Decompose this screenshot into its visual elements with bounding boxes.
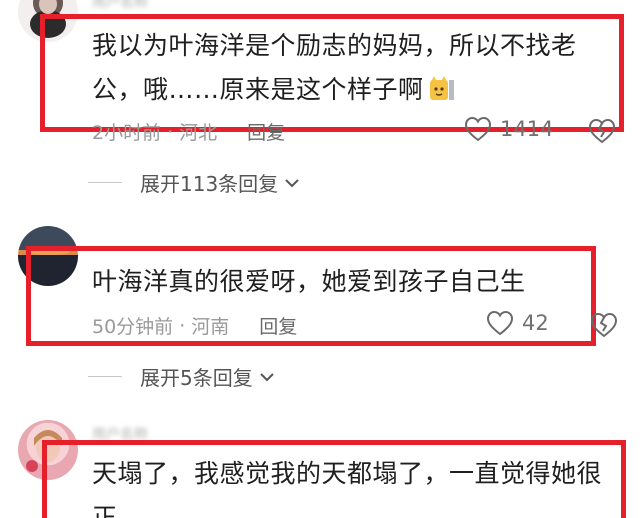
like-button[interactable]: 42 — [486, 310, 549, 336]
comment-text: 我以为叶海洋是个励志的妈妈，所以不找老 公，哦……原来是这个样子啊 — [92, 24, 602, 112]
comment-text-line-2: 公，哦……原来是这个样子啊 — [92, 68, 602, 112]
reply-button[interactable]: 回复 — [259, 312, 297, 339]
broken-heart-icon[interactable] — [588, 118, 616, 144]
comment-text-line-1: 我以为叶海洋是个励志的妈妈，所以不找老 — [92, 31, 577, 60]
expand-replies-label: 展开5条回复 — [140, 366, 253, 390]
expand-divider — [88, 376, 122, 377]
like-count: 1414 — [500, 117, 554, 141]
comment-location: 河南 — [191, 316, 230, 338]
comment-text: 叶海洋真的很爱呀，她爱到孩子自己生 — [92, 260, 582, 304]
reply-button[interactable]: 回复 — [247, 118, 285, 145]
cat-emoji-icon — [429, 76, 454, 100]
heart-icon — [486, 310, 514, 336]
heart-icon — [464, 116, 492, 142]
like-count: 42 — [522, 311, 549, 335]
expand-replies-button[interactable]: 展开113条回复 — [88, 168, 300, 197]
chevron-down-icon — [285, 178, 299, 187]
like-button[interactable]: 1414 — [464, 116, 553, 142]
comment-text-line-2: 正 — [92, 503, 118, 518]
comment-time: 50分钟前 — [92, 316, 174, 338]
expand-divider — [88, 182, 122, 183]
meta-separator: · — [179, 314, 186, 337]
comment-meta: 50分钟前 · 河南 回复 — [92, 312, 297, 339]
broken-heart-icon[interactable] — [590, 312, 618, 338]
comment-text: 天塌了，我感觉我的天都塌了，一直觉得她很 正 — [92, 452, 612, 518]
expand-replies-label: 展开113条回复 — [140, 172, 279, 196]
expand-replies-button[interactable]: 展开5条回复 — [88, 362, 275, 391]
meta-separator: · — [167, 120, 174, 143]
comment-meta: 2小时前 · 河北 回复 — [92, 118, 285, 145]
chevron-down-icon — [260, 372, 274, 381]
comment-text-line-1: 叶海洋真的很爱呀，她爱到孩子自己生 — [92, 267, 526, 296]
comment-time: 2小时前 — [92, 122, 162, 144]
comment-text-line-2-text: 公，哦……原来是这个样子啊 — [92, 75, 424, 104]
comment-text-line-1: 天塌了，我感觉我的天都塌了，一直觉得她很 — [92, 459, 603, 488]
comment-location: 河北 — [179, 122, 218, 144]
username[interactable]: 用户名称 — [92, 0, 148, 12]
